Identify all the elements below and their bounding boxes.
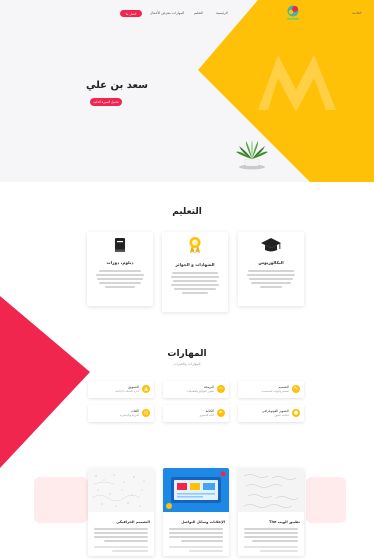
portfolio-image	[238, 468, 304, 512]
chart-icon: ▲	[142, 385, 150, 393]
skill-card: ‹› البرمجة تطوير المواقع والتطبيقات	[163, 381, 229, 398]
skill-name: التسويق	[128, 385, 139, 389]
education-card-title: الشهادات و الجوائز	[175, 262, 215, 267]
nav-link-skills[interactable]: المهارات	[172, 11, 184, 15]
skill-desc: كتابة المحتوى	[199, 414, 214, 417]
nav-link-portfolio[interactable]: معرض الأعمال	[150, 11, 171, 15]
portfolio-image	[88, 468, 154, 512]
portfolio-card-title: التصميم الجرافيكي	[116, 520, 150, 524]
hero-yellow-shape	[198, 0, 374, 182]
nav-link-education[interactable]: التعليم	[194, 11, 203, 15]
skill-desc: تطوير المواقع والتطبيقات	[186, 390, 214, 393]
book-icon	[115, 238, 125, 252]
education-card-title: دبلوم، دورات	[106, 260, 134, 265]
menu-button[interactable]: القائمة	[352, 11, 361, 15]
portfolio-bg-right	[306, 477, 346, 523]
camera-icon: ●	[292, 409, 300, 417]
code-icon: ‹›	[217, 385, 225, 393]
skills-title: المهارات	[167, 349, 207, 359]
skill-name: اللغات	[130, 409, 139, 413]
hero-section: سعد بن علي تحميل السيرة الذاتية	[0, 0, 374, 182]
download-cv-button[interactable]: تحميل السيرة الذاتية	[90, 98, 122, 106]
portfolio-image	[163, 468, 229, 512]
portfolio-card-title: الإعلانات وسائل التواصل	[181, 520, 225, 524]
portfolio-card-social-ads[interactable]: الإعلانات وسائل التواصل	[163, 468, 229, 556]
portfolio-bg-left	[34, 477, 88, 523]
education-card-title: البكالوريوس	[258, 260, 284, 265]
skill-desc: إدارة الحملات الإعلانية	[115, 390, 139, 393]
skill-card: ▲ التسويق إدارة الحملات الإعلانية	[88, 381, 154, 398]
pencil-icon: ✎	[292, 385, 300, 393]
skill-name: الكتابة	[205, 409, 214, 413]
education-title: التعليم	[172, 207, 202, 217]
top-nav: اتصل بنا معرض الأعمال المهارات التعليم ا…	[0, 0, 374, 26]
education-card-bachelor: البكالوريوس	[238, 232, 304, 306]
graduation-cap-icon	[261, 238, 281, 252]
skill-desc: تصميم واجهات المستخدم	[261, 390, 289, 393]
skill-name: التصوير الفوتوغرافي	[261, 409, 289, 413]
nav-link-home[interactable]: الرئيسية	[216, 11, 228, 15]
skill-name: التصميم	[278, 385, 289, 389]
skill-name: البرمجة	[203, 385, 214, 389]
portfolio-card-graphic-design[interactable]: التصميم الجرافيكي	[88, 468, 154, 556]
globe-icon: ◎	[142, 409, 150, 417]
portfolio-card-web-app[interactable]: The تطبيق الويب	[238, 468, 304, 556]
education-card-certificates: الشهادات و الجوائز	[162, 232, 228, 312]
red-triangle-decor	[0, 296, 90, 468]
skill-card: ● التصوير الفوتوغرافي معالجة الصور	[238, 405, 304, 422]
skill-card: ✒ الكتابة كتابة المحتوى	[163, 405, 229, 422]
hero-name: سعد بن علي	[85, 80, 148, 91]
logo-icon[interactable]	[283, 4, 303, 22]
skill-card: ◎ اللغات العربية والإنجليزية	[88, 405, 154, 422]
award-icon	[189, 237, 201, 254]
contact-button[interactable]: اتصل بنا	[120, 10, 142, 17]
skills-subtitle: المهارات والخبرات	[173, 362, 201, 366]
skill-desc: معالجة الصور	[274, 414, 289, 417]
portfolio-card-title: The تطبيق الويب	[269, 520, 300, 524]
pen-icon: ✒	[217, 409, 225, 417]
plant-icon	[236, 140, 268, 170]
skill-desc: العربية والإنجليزية	[120, 414, 139, 417]
skill-card: ✎ التصميم تصميم واجهات المستخدم	[238, 381, 304, 398]
education-card-diploma: دبلوم، دورات	[87, 232, 153, 306]
